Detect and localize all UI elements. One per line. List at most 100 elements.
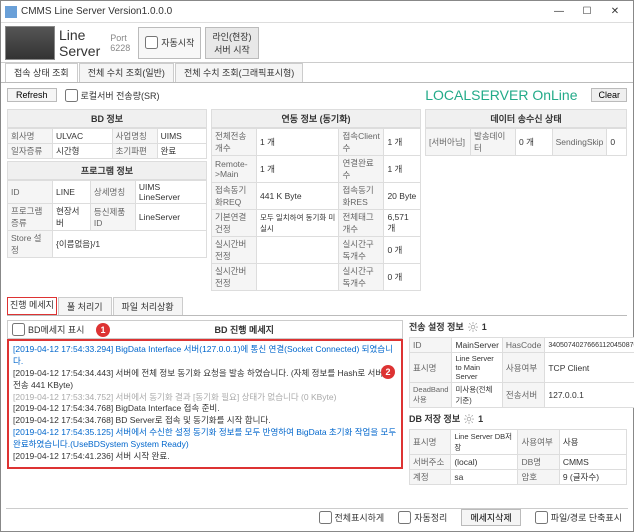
header: Line Server Port 6228 자동시작 라인(현장) 서버 시작 <box>1 23 633 63</box>
link-req-val: 441 K Byte <box>257 183 339 210</box>
auto-clean-checkbox[interactable] <box>398 511 411 524</box>
side-panel: 전송 설정 정보 1 IDMainServerHasCode3405074027… <box>409 320 627 485</box>
server-start-l2: 서버 시작 <box>214 43 250 56</box>
db-config-label: DB 저장 정보 <box>409 412 460 425</box>
message-column: BD메세지 표시 1 BD 진행 메세지 2 [2019-04-12 17:54… <box>7 320 403 485</box>
minimize-button[interactable]: — <box>545 2 573 22</box>
db-use-v: 사용 <box>559 430 626 455</box>
db-use-l: 사용여부 <box>518 430 559 455</box>
sc-name-v: Line Server to Main Server <box>452 353 502 383</box>
link-table: 전체전송개수1 개접속Client수1 개 Remote->Main1 개연결완… <box>211 128 421 291</box>
bd-proj-val: UIMS <box>157 129 206 144</box>
window-title: CMMS Line Server Version1.0.0.0 <box>21 6 545 17</box>
link-req-label: 접속동기화REQ <box>212 183 257 210</box>
data-table: [서버아님] 발송데이터 0 개 SendingSkip 0 <box>425 128 627 156</box>
bd-header: BD 정보 <box>7 109 207 128</box>
gear-icon[interactable] <box>468 322 478 332</box>
bd-init-val: 완료 <box>157 144 206 159</box>
auto-start-label: 자동시작 <box>161 36 194 49</box>
maximize-button[interactable]: ☐ <box>573 2 601 22</box>
tab-status[interactable]: 접속 상태 조회 <box>5 63 78 82</box>
db-name-l: 표시명 <box>410 430 451 455</box>
brand-line2: Server <box>59 43 100 59</box>
send-config-count: 1 <box>482 322 487 332</box>
short-path-chk[interactable]: 파일/경로 단축표시 <box>535 511 622 524</box>
message-bar: BD메세지 표시 1 BD 진행 메세지 <box>7 320 403 339</box>
local-send-checkbox-wrap[interactable]: 로컬서버 전송량(SR) <box>65 89 160 102</box>
local-send-checkbox[interactable] <box>65 89 78 102</box>
prog-id-label: ID <box>8 181 53 204</box>
bd-company-label: 회사명 <box>8 129 53 144</box>
prog-table: IDLINE상세명칭UIMS LineServer 프로그램증류현장서버등신제품… <box>7 180 207 258</box>
link-sub1-label: 실시간구독개수 <box>339 237 384 264</box>
app-icon <box>5 6 17 18</box>
link-rt1-label: 실시간버전정 <box>212 237 257 264</box>
msg-line-1: [2019-04-12 17:54:34.443] 서버에 전체 정보 동기화 … <box>13 368 397 392</box>
bd-msg-checkbox-wrap[interactable]: BD메세지 표시 <box>12 323 84 336</box>
port-value: 6228 <box>110 43 130 53</box>
prog-header: 프로그램 정보 <box>7 161 207 180</box>
short-path-checkbox[interactable] <box>535 511 548 524</box>
tab-values-graphic[interactable]: 전체 수치 조회(그래픽표시형) <box>175 63 303 82</box>
delete-msg-button[interactable]: 메세지삭제 <box>461 509 520 526</box>
msg-line-gray: [2019-04-12 17:53:34.752] 서버에서 동기화 결과 [동… <box>13 392 397 404</box>
link-total-val: 1 개 <box>257 129 339 156</box>
link-res-val: 20 Byte <box>384 183 421 210</box>
sc-use-v: TCP Client <box>545 353 634 383</box>
auto-clean-label: 자동정리 <box>414 511 447 524</box>
msg-line-3: [2019-04-12 17:54:34.768] BD Server로 접속 … <box>13 415 397 427</box>
show-all-chk[interactable]: 전체표시하게 <box>319 511 385 524</box>
message-box[interactable]: 2 [2019-04-12 17:54:33.294] BigData Inte… <box>7 339 403 469</box>
subtab-pool[interactable]: 풀 처리기 <box>58 297 112 315</box>
prog-detail-val: UIMS LineServer <box>135 181 206 204</box>
link-rm-val: 1 개 <box>257 156 339 183</box>
link-client-val: 1 개 <box>384 129 421 156</box>
clear-button[interactable]: Clear <box>591 88 627 102</box>
bd-date-val: 시간형 <box>53 144 113 159</box>
db-addr-l: 서버주소 <box>410 455 451 470</box>
db-pw-l: 암호 <box>518 470 559 485</box>
prog-store-val: {이름없음}/1 <box>53 231 207 258</box>
titlebar: CMMS Line Server Version1.0.0.0 — ☐ ✕ <box>1 1 633 23</box>
prog-id-val: LINE <box>53 181 91 204</box>
bd-proj-label: 사업명칭 <box>112 129 157 144</box>
close-button[interactable]: ✕ <box>601 2 629 22</box>
db-acc-l: 계정 <box>410 470 451 485</box>
auto-start-checkbox[interactable] <box>145 36 158 49</box>
link-tag-label: 전체태그개수 <box>339 210 384 237</box>
link-header: 연동 정보 (동기화) <box>211 109 421 128</box>
db-config-table: 표시명Line Server DB저장사용여부사용 서버주소(local)DB명… <box>409 429 627 485</box>
short-path-label: 파일/경로 단축표시 <box>551 511 622 524</box>
show-all-checkbox[interactable] <box>319 511 332 524</box>
sc-id-l: ID <box>410 338 452 353</box>
msg-title: BD 진행 메세지 <box>90 323 398 336</box>
auto-start-button[interactable]: 자동시작 <box>138 27 201 59</box>
db-config-title: DB 저장 정보 1 <box>409 412 627 425</box>
link-conn-label: 연결완료수 <box>339 156 384 183</box>
subtab-file[interactable]: 파일 처리상황 <box>113 297 183 315</box>
db-config-count: 1 <box>478 414 483 424</box>
server-start-button[interactable]: 라인(현장) 서버 시작 <box>205 27 258 59</box>
msg-line-2: [2019-04-12 17:54:34.768] BigData Interf… <box>13 403 397 415</box>
data-skip-label: SendingSkip <box>552 129 607 156</box>
gear-icon-2[interactable] <box>464 414 474 424</box>
data-send-label: 발송데이터 <box>471 129 516 156</box>
prog-pid-val: LineServer <box>135 204 206 231</box>
sc-srv-v: 127.0.0.1 <box>545 383 634 408</box>
link-base-label: 기본연결건정 <box>212 210 257 237</box>
sc-id-v: MainServer <box>452 338 502 353</box>
db-pw-v: 9 (글자수) <box>559 470 626 485</box>
tab-values-normal[interactable]: 전체 수치 조회(일반) <box>79 63 174 82</box>
bd-init-label: 초기파편 <box>112 144 157 159</box>
prog-store-label: Store 설정 <box>8 231 53 258</box>
prog-type-val: 현장서버 <box>53 204 91 231</box>
bd-msg-checkbox[interactable] <box>12 323 25 336</box>
link-total-label: 전체전송개수 <box>212 129 257 156</box>
bd-msg-label: BD메세지 표시 <box>28 323 84 336</box>
refresh-button[interactable]: Refresh <box>7 88 57 102</box>
subtab-progress[interactable]: 진행 메세지 <box>7 297 57 315</box>
info-area: BD 정보 회사명ULVAC사업명칭UIMS 일자증류시간형초기파편완료 프로그… <box>1 107 633 293</box>
prog-detail-label: 상세명칭 <box>90 181 135 204</box>
port-info: Port 6228 <box>110 33 130 53</box>
auto-clean-chk[interactable]: 자동정리 <box>398 511 447 524</box>
